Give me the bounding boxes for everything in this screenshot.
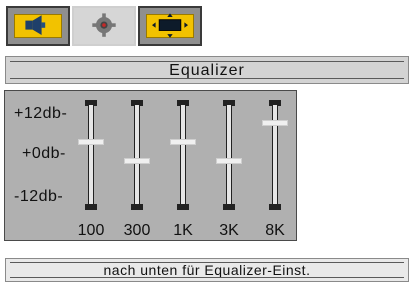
hint-bar-bottom-rule [10,277,404,278]
db-label-min: -12db- [14,188,64,205]
equalizer-panel: +12db- +0db- -12db- 100 300 1K 3K 8K [4,90,297,241]
band-label-100: 100 [77,222,105,239]
band-slider-1k[interactable] [170,100,196,210]
band-slider-300[interactable] [124,100,150,210]
db-label-zero: +0db- [22,145,66,162]
speaker-icon [25,15,46,35]
settings-gear-icon [92,13,116,37]
title-bar: Equalizer [5,56,409,84]
slider-knob[interactable] [124,158,150,164]
slider-knob[interactable] [78,139,104,145]
band-slider-100[interactable] [78,100,104,210]
band-label-8k: 8K [265,222,285,239]
screen-aspect-icon [152,13,188,38]
band-label-300: 300 [123,222,151,239]
slider-knob[interactable] [262,120,288,126]
tab-audio[interactable] [6,6,70,46]
slider-knob[interactable] [170,139,196,145]
hint-text: nach unten für Equalizer-Einst. [103,262,311,278]
band-label-3k: 3K [219,222,239,239]
tab-picture[interactable] [138,6,202,46]
hint-bar: nach unten für Equalizer-Einst. [5,258,409,282]
band-slider-3k[interactable] [216,100,242,210]
title-bar-bottom-rule [10,78,404,79]
slider-knob[interactable] [216,158,242,164]
tab-settings[interactable] [72,6,136,46]
band-label-1k: 1K [173,222,193,239]
db-label-max: +12db- [14,105,68,122]
band-slider-8k[interactable] [262,100,288,210]
